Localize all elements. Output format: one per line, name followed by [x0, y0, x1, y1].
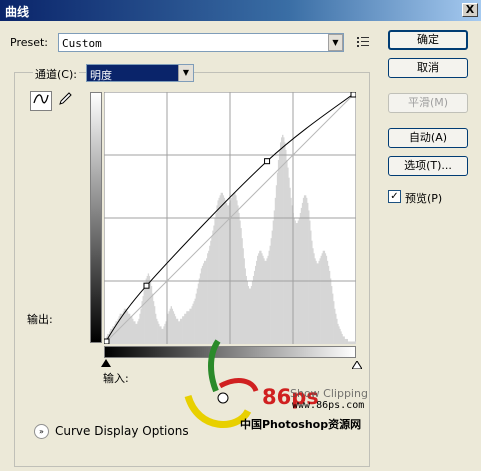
preview-checkbox[interactable]: ✓ [388, 190, 401, 203]
title-bar: 曲线 X [0, 0, 481, 21]
options-button[interactable]: 选项(T)... [388, 156, 468, 176]
preset-select[interactable]: Custom [58, 33, 344, 52]
channel-value: 明度 [90, 69, 112, 82]
auto-button[interactable]: 自动(A) [388, 128, 468, 148]
input-label: 输入: [103, 372, 129, 385]
ok-button[interactable]: 确定 [388, 30, 468, 50]
curve-control-point[interactable] [143, 282, 150, 289]
window-title: 曲线 [5, 5, 30, 19]
curve-control-point[interactable] [104, 338, 110, 344]
preview-label: 预览(P) [405, 192, 443, 205]
pencil-tool[interactable] [54, 91, 76, 111]
watermark-site-name: 中国Photoshop资源网 [240, 418, 362, 431]
white-point-slider[interactable] [351, 359, 363, 370]
watermark-extra: Show Clipping [290, 387, 368, 400]
preset-options-icon[interactable] [356, 35, 370, 49]
preset-value: Custom [62, 37, 102, 50]
preset-label: Preset: [10, 36, 49, 49]
curve-tool-icon [33, 94, 49, 104]
curve-display-options-label[interactable]: Curve Display Options [55, 424, 189, 438]
curve-control-point[interactable] [264, 158, 271, 165]
cancel-button[interactable]: 取消 [388, 58, 468, 78]
output-gradient-bar [90, 92, 102, 343]
histogram-bar [354, 341, 356, 344]
output-label: 输出: [27, 313, 53, 326]
close-button[interactable]: X [462, 3, 478, 17]
preset-dropdown-arrow[interactable]: ▼ [328, 34, 343, 51]
channel-dropdown-arrow[interactable]: ▼ [178, 65, 193, 81]
curve-graph[interactable] [104, 92, 356, 344]
black-point-slider[interactable] [101, 359, 111, 367]
expand-options-icon[interactable]: » [34, 424, 49, 439]
smooth-button: 平滑(M) [388, 93, 468, 113]
curve-point-tool[interactable] [30, 91, 52, 111]
curve-control-point[interactable] [350, 92, 356, 98]
channel-label: 通道(C): [33, 66, 79, 82]
channel-select[interactable]: 明度 ▼ [86, 64, 194, 82]
watermark-url: www.86ps.com [292, 400, 365, 411]
pencil-icon [59, 92, 72, 105]
